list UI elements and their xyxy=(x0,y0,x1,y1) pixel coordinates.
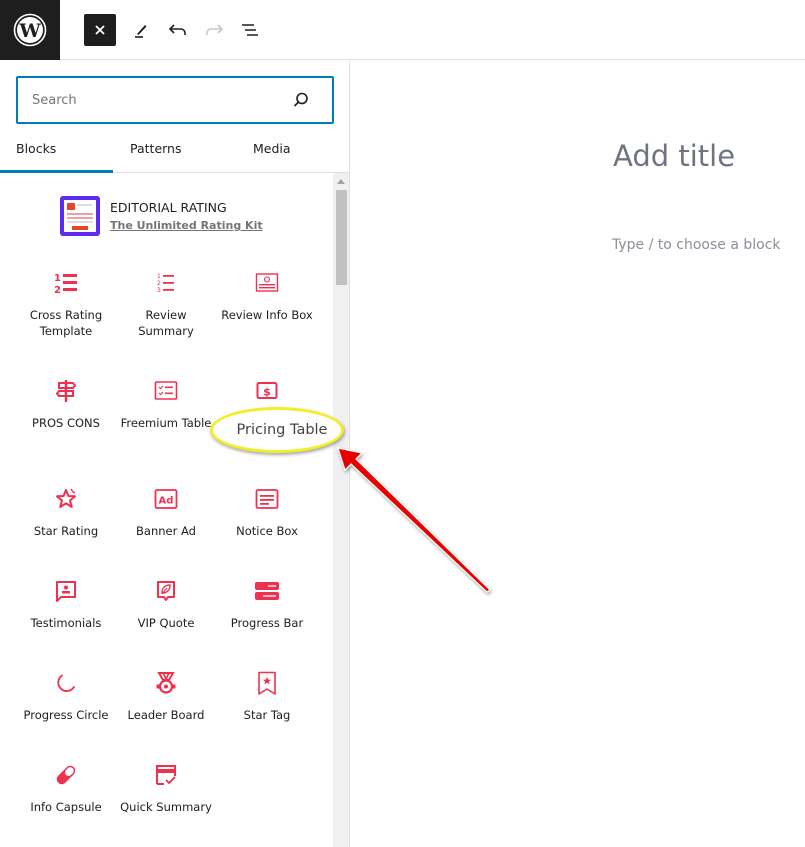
scrollbar-thumb[interactable] xyxy=(336,190,347,285)
document-overview-icon xyxy=(242,24,258,36)
block-label: Freemium Table xyxy=(120,416,212,430)
tools-button[interactable] xyxy=(125,14,157,46)
svg-text:3: 3 xyxy=(157,287,161,294)
numbered-list-icon: 1 2 xyxy=(54,273,77,295)
document-overview-button[interactable] xyxy=(234,14,266,46)
block-item-review-info-box[interactable]: Review Info Box xyxy=(217,271,317,323)
close-icon xyxy=(95,25,105,35)
block-item-quick-summary[interactable]: Quick Summary xyxy=(116,763,216,815)
dollar-icon: $ xyxy=(256,382,278,399)
progress-bar-icon xyxy=(255,582,279,600)
wordpress-logo-button[interactable]: W xyxy=(0,0,60,60)
block-label: Review Summary xyxy=(138,308,194,338)
card-check-icon xyxy=(156,765,176,785)
block-label: Review Info Box xyxy=(221,308,313,322)
block-label: Progress Circle xyxy=(23,708,109,722)
block-label: Testimonials xyxy=(30,616,102,630)
block-item-star-rating[interactable]: Star Rating xyxy=(16,487,116,539)
signpost-icon xyxy=(55,380,77,402)
svg-text:$: $ xyxy=(263,386,271,399)
collection-link[interactable]: The Unlimited Rating Kit xyxy=(110,219,263,232)
medal-icon xyxy=(156,672,176,694)
editorial-rating-logo-icon xyxy=(60,196,100,236)
svg-text:1: 1 xyxy=(54,273,61,284)
info-box-icon xyxy=(255,273,279,292)
search-box[interactable] xyxy=(16,76,334,124)
tab-patterns[interactable]: Patterns xyxy=(130,137,181,173)
annotation-callout: Pricing Table xyxy=(210,407,344,453)
block-item-cross-rating-template[interactable]: 1 2 Cross Rating Template xyxy=(16,271,116,339)
annotation-arrow-icon xyxy=(337,447,491,593)
ordered-list-icon: 1 2 3 xyxy=(157,273,174,294)
block-item-progress-bar[interactable]: Progress Bar xyxy=(217,579,317,631)
close-inserter-button[interactable] xyxy=(84,14,116,46)
block-label: Banner Ad xyxy=(136,524,196,538)
svg-text:W: W xyxy=(18,20,41,42)
block-label: PROS CONS xyxy=(32,416,100,430)
search-icon xyxy=(293,92,308,107)
block-item-pricing-table[interactable]: $ xyxy=(217,379,317,403)
block-label: Cross Rating Template xyxy=(29,308,103,338)
redo-button[interactable] xyxy=(198,14,230,46)
svg-text:2: 2 xyxy=(54,285,61,295)
block-inserter-panel: Blocks Patterns Media EDITORIAL RATING T… xyxy=(0,61,350,847)
block-label: Star Rating xyxy=(33,524,99,538)
search-input[interactable] xyxy=(32,78,282,122)
block-item-banner-ad[interactable]: Ad Banner Ad xyxy=(116,487,216,539)
block-item-review-summary[interactable]: 1 2 3 Review Summary xyxy=(116,271,216,339)
bookmark-star-icon xyxy=(258,671,276,695)
undo-button[interactable] xyxy=(162,14,194,46)
svg-text:1: 1 xyxy=(157,273,161,280)
undo-icon xyxy=(168,24,186,35)
svg-text:2: 2 xyxy=(157,280,161,287)
block-item-freemium-table[interactable]: Freemium Table xyxy=(116,379,216,431)
block-label: Info Capsule xyxy=(30,800,102,814)
block-item-info-capsule[interactable]: Info Capsule xyxy=(16,763,116,815)
redo-icon xyxy=(206,24,224,35)
inserter-tabs: Blocks Patterns Media xyxy=(0,137,350,173)
block-item-notice-box[interactable]: Notice Box xyxy=(217,487,317,539)
testimonial-icon xyxy=(56,581,76,602)
block-list: EDITORIAL RATING The Unlimited Rating Ki… xyxy=(0,173,349,847)
block-label: Quick Summary xyxy=(120,800,212,814)
block-item-testimonials[interactable]: Testimonials xyxy=(16,579,116,631)
editor-header: W xyxy=(0,0,805,60)
checklist-icon xyxy=(154,381,178,400)
wordpress-logo-icon: W xyxy=(13,13,47,47)
block-collection-header: EDITORIAL RATING The Unlimited Rating Ki… xyxy=(60,196,320,238)
block-item-vip-quote[interactable]: VIP Quote xyxy=(116,579,216,631)
block-label: Notice Box xyxy=(236,524,298,538)
block-label: VIP Quote xyxy=(137,616,195,630)
scroll-up-arrow-icon[interactable] xyxy=(337,179,345,184)
tab-blocks[interactable]: Blocks xyxy=(16,137,56,173)
block-label: Progress Bar xyxy=(230,616,304,630)
post-title-input[interactable]: Add title xyxy=(613,139,735,173)
progress-circle-icon xyxy=(57,674,75,692)
block-item-progress-circle[interactable]: Progress Circle xyxy=(16,671,116,723)
block-label: Star Tag xyxy=(243,708,291,722)
collection-title: EDITORIAL RATING xyxy=(110,200,227,215)
notice-icon xyxy=(255,489,279,509)
annotation-callout-text: Pricing Table xyxy=(236,422,328,438)
block-appender-prompt[interactable]: Type / to choose a block xyxy=(612,237,781,253)
capsule-icon xyxy=(56,765,76,785)
svg-text:Ad: Ad xyxy=(159,496,174,507)
block-item-pros-cons[interactable]: PROS CONS xyxy=(16,379,116,431)
quote-leaf-icon xyxy=(157,581,175,601)
pencil-icon xyxy=(135,25,147,38)
star-icon xyxy=(56,488,76,508)
block-item-leader-board[interactable]: Leader Board xyxy=(116,671,216,723)
block-label: Leader Board xyxy=(127,708,205,722)
tab-media[interactable]: Media xyxy=(253,137,291,173)
block-item-star-tag[interactable]: Star Tag xyxy=(217,671,317,723)
ad-icon: Ad xyxy=(154,489,178,509)
